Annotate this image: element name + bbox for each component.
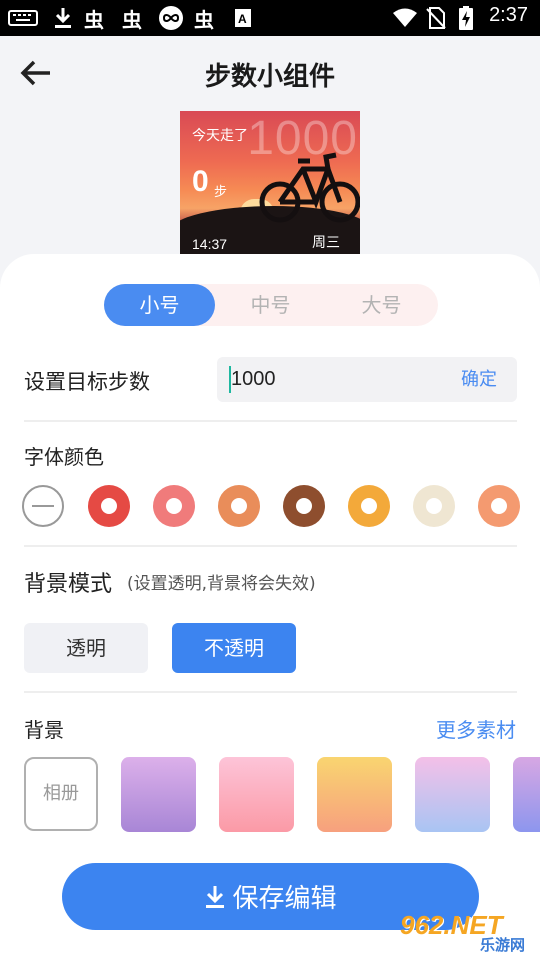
background-tile-violet[interactable]	[513, 757, 540, 832]
target-steps-label: 设置目标步数	[24, 370, 150, 394]
bug-icon: 虫	[122, 7, 142, 32]
divider	[24, 545, 517, 547]
bug-icon: 虫	[194, 7, 214, 32]
color-swatch-none[interactable]	[22, 485, 64, 527]
download-icon	[206, 885, 225, 908]
minus-icon	[32, 505, 54, 507]
preview-time: 14:37	[192, 236, 228, 252]
infinity-icon	[158, 6, 184, 30]
preview-unit: 步	[214, 185, 228, 200]
download-icon	[52, 6, 74, 30]
keyboard-icon	[8, 6, 38, 30]
font-a-icon: A	[234, 6, 252, 30]
app-header: 步数小组件	[0, 36, 540, 110]
color-swatch-orange[interactable]	[218, 485, 260, 527]
background-tile-orange[interactable]	[317, 757, 392, 832]
watermark-logo: 962.NET 乐游网	[400, 910, 534, 956]
save-edit-label: 保存编辑	[232, 884, 337, 914]
page-title: 步数小组件	[204, 62, 335, 92]
opaque-button[interactable]: 不透明	[172, 623, 296, 673]
size-segmented-control: 小号 中号 大号	[104, 284, 438, 326]
status-bar: 虫 虫 虫 A 2:37	[0, 0, 540, 36]
watermark-bottom: 乐游网	[480, 936, 526, 954]
background-label: 背景	[24, 718, 64, 742]
bug-icon: 虫	[84, 7, 104, 32]
background-tile-lilac[interactable]	[415, 757, 490, 832]
no-sim-icon	[426, 6, 446, 30]
divider	[24, 691, 517, 693]
battery-charging-icon	[458, 6, 474, 30]
divider	[24, 420, 517, 422]
color-swatch-red[interactable]	[88, 485, 130, 527]
confirm-button[interactable]: 确定	[461, 357, 497, 402]
target-steps-field: 确定	[217, 357, 517, 402]
more-materials-link[interactable]: 更多素材	[436, 714, 516, 743]
preview-label: 今天走了	[192, 128, 248, 144]
font-color-label: 字体颜色	[24, 445, 104, 469]
background-mode-hint: (设置透明,背景将会失效)	[127, 574, 316, 594]
transparent-button[interactable]: 透明	[24, 623, 148, 673]
svg-text:A: A	[238, 12, 247, 26]
widget-preview: 1000 今天走了 0 步 14:37 周三	[180, 111, 360, 254]
clock: 2:37	[489, 4, 528, 26]
wifi-icon	[392, 6, 418, 30]
preview-steps: 0	[192, 165, 209, 198]
target-steps-input[interactable]	[227, 357, 427, 402]
tab-medium[interactable]: 中号	[215, 284, 326, 326]
color-swatch-amber[interactable]	[348, 485, 390, 527]
color-swatch-brown[interactable]	[283, 485, 325, 527]
background-tile-purple[interactable]	[121, 757, 196, 832]
tab-small[interactable]: 小号	[104, 284, 215, 326]
album-button[interactable]: 相册	[24, 757, 98, 831]
tab-large[interactable]: 大号	[326, 284, 437, 326]
preview-target: 1000	[247, 112, 358, 165]
color-swatch-pink[interactable]	[153, 485, 195, 527]
background-tile-pink[interactable]	[219, 757, 294, 832]
color-swatch-salmon[interactable]	[478, 485, 520, 527]
preview-weekday: 周三	[312, 235, 340, 251]
settings-sheet: 小号 中号 大号 设置目标步数 确定 字体颜色 背景模式 (设置透明,背景将会失…	[0, 254, 540, 960]
color-swatch-cream[interactable]	[413, 485, 455, 527]
background-mode-title: 背景模式	[24, 572, 113, 597]
